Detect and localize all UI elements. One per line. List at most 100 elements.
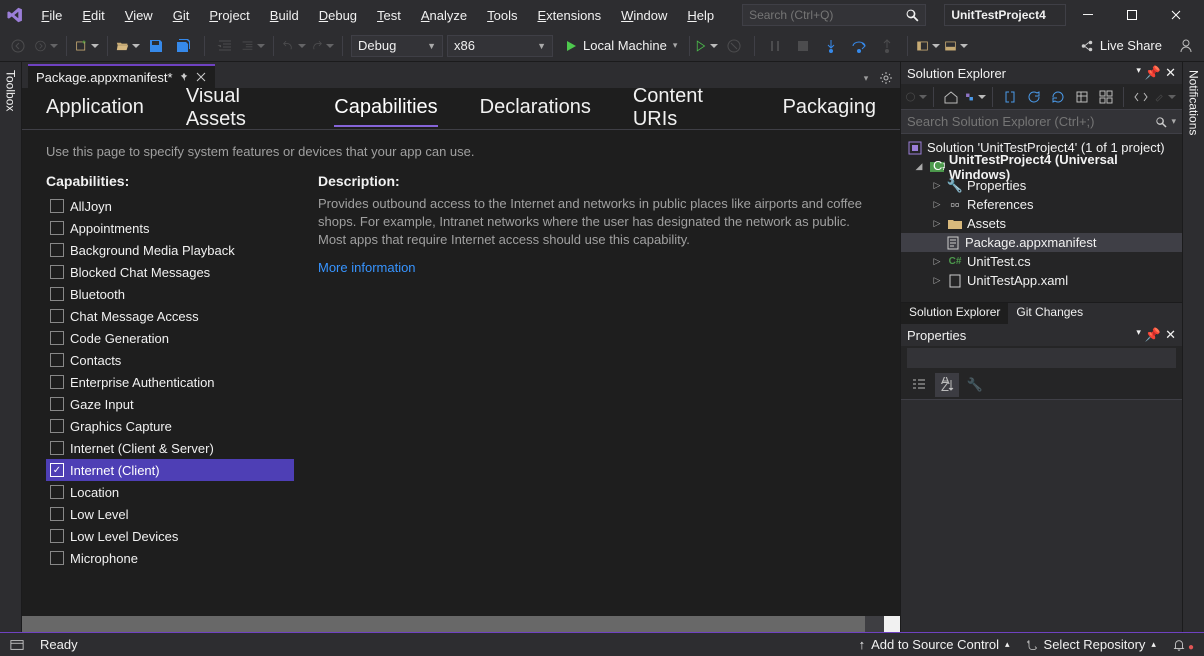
menu-view[interactable]: View	[115, 4, 163, 27]
menu-analyze[interactable]: Analyze	[411, 4, 477, 27]
tree-project-node[interactable]: ◢ C# UnitTestProject4 (Universal Windows…	[901, 157, 1182, 176]
capability-graphics-capture[interactable]: Graphics Capture	[46, 415, 294, 437]
start-debug-button[interactable]: Local Machine▾	[557, 35, 685, 57]
checkbox[interactable]	[50, 331, 64, 345]
checkbox[interactable]: ✓	[50, 463, 64, 477]
se-collapse-button[interactable]	[1047, 86, 1069, 108]
se-back-button[interactable]	[905, 86, 927, 108]
se-props-button[interactable]	[1154, 86, 1176, 108]
horizontal-scrollbar[interactable]	[22, 616, 900, 632]
step-over-button[interactable]	[847, 34, 871, 58]
manifest-tab-capabilities[interactable]: Capabilities	[334, 90, 437, 127]
se-search-input[interactable]	[907, 114, 1155, 129]
pin-icon[interactable]: 📌	[1145, 65, 1161, 81]
se-switch-button[interactable]	[964, 86, 986, 108]
step-into-button[interactable]	[819, 34, 843, 58]
save-button[interactable]	[144, 34, 168, 58]
stop-debug-button[interactable]	[791, 34, 815, 58]
global-search-box[interactable]	[742, 4, 926, 26]
solution-name-box[interactable]: UnitTestProject4	[944, 4, 1066, 26]
se-showall-button[interactable]	[1071, 86, 1093, 108]
close-button[interactable]	[1154, 0, 1198, 30]
solution-tree[interactable]: Solution 'UnitTestProject4' (1 of 1 proj…	[901, 134, 1182, 294]
tree-references-node[interactable]: ▷▫▫ References	[901, 195, 1182, 214]
capability-low-level-devices[interactable]: Low Level Devices	[46, 525, 294, 547]
pause-button[interactable]	[763, 34, 787, 58]
panel-menu-icon[interactable]: ▾	[1136, 327, 1141, 343]
capability-gaze-input[interactable]: Gaze Input	[46, 393, 294, 415]
layout-button1[interactable]	[916, 34, 940, 58]
menu-file[interactable]: File	[31, 4, 72, 27]
save-all-button[interactable]	[172, 34, 196, 58]
se-home-button[interactable]	[940, 86, 962, 108]
checkbox[interactable]	[50, 397, 64, 411]
capability-alljoyn[interactable]: AllJoyn	[46, 195, 294, 217]
platform-combo[interactable]: x86▼	[447, 35, 553, 57]
more-information-link[interactable]: More information	[318, 260, 416, 275]
new-item-button[interactable]	[75, 34, 99, 58]
properties-grid[interactable]	[901, 400, 1182, 632]
capability-contacts[interactable]: Contacts	[46, 349, 294, 371]
capability-microphone[interactable]: Microphone	[46, 547, 294, 569]
menu-help[interactable]: Help	[677, 4, 724, 27]
doc-dropdown-button[interactable]: ▾	[858, 66, 874, 90]
capability-background-media-playback[interactable]: Background Media Playback	[46, 239, 294, 261]
live-share-button[interactable]: Live Share	[1072, 38, 1170, 53]
menu-build[interactable]: Build	[260, 4, 309, 27]
notifications-bell[interactable]: ●	[1172, 636, 1194, 653]
capabilities-list[interactable]: AllJoynAppointmentsBackground Media Play…	[46, 195, 294, 616]
nav-forward-button[interactable]	[34, 34, 58, 58]
menu-test[interactable]: Test	[367, 4, 411, 27]
maximize-button[interactable]	[1110, 0, 1154, 30]
capability-enterprise-authentication[interactable]: Enterprise Authentication	[46, 371, 294, 393]
tab-solution-explorer[interactable]: Solution Explorer	[901, 303, 1008, 324]
checkbox[interactable]	[50, 485, 64, 499]
toolbox-tab[interactable]: Toolbox	[0, 62, 22, 632]
tab-git-changes[interactable]: Git Changes	[1008, 303, 1091, 324]
menu-tools[interactable]: Tools	[477, 4, 527, 27]
capability-location[interactable]: Location	[46, 481, 294, 503]
source-control-button[interactable]: ↑Add to Source Control▴	[859, 637, 1010, 652]
manifest-tab-packaging[interactable]: Packaging	[783, 90, 876, 127]
capability-bluetooth[interactable]: Bluetooth	[46, 283, 294, 305]
tree-appxaml-node[interactable]: ▷ UnitTestApp.xaml	[901, 271, 1182, 290]
undo-button[interactable]	[282, 34, 306, 58]
wrench-button[interactable]: 🔧	[963, 373, 987, 397]
tree-unittest-node[interactable]: ▷C# UnitTest.cs	[901, 252, 1182, 271]
stop-button[interactable]	[722, 34, 746, 58]
menu-debug[interactable]: Debug	[309, 4, 367, 27]
se-refresh-button[interactable]	[1023, 86, 1045, 108]
checkbox[interactable]	[50, 375, 64, 389]
doc-settings-button[interactable]	[878, 66, 894, 90]
capability-internet-client-[interactable]: ✓Internet (Client)	[46, 459, 294, 481]
capability-low-level[interactable]: Low Level	[46, 503, 294, 525]
checkbox[interactable]	[50, 287, 64, 301]
checkbox[interactable]	[50, 507, 64, 521]
nav-back-button[interactable]	[6, 34, 30, 58]
capability-code-generation[interactable]: Code Generation	[46, 327, 294, 349]
se-code-button[interactable]	[1130, 86, 1152, 108]
select-repository-button[interactable]: Select Repository▴	[1026, 637, 1156, 652]
manifest-tab-declarations[interactable]: Declarations	[480, 90, 591, 127]
panel-close-icon[interactable]: ✕	[1165, 327, 1176, 343]
open-button[interactable]	[116, 34, 140, 58]
checkbox[interactable]	[50, 419, 64, 433]
manifest-tab-application[interactable]: Application	[46, 90, 144, 127]
categorized-button[interactable]	[907, 373, 931, 397]
capability-chat-message-access[interactable]: Chat Message Access	[46, 305, 294, 327]
tree-manifest-node[interactable]: Package.appxmanifest	[901, 233, 1182, 252]
tree-assets-node[interactable]: ▷ Assets	[901, 214, 1182, 233]
pin-icon[interactable]	[179, 72, 189, 82]
menu-extensions[interactable]: Extensions	[527, 4, 611, 27]
panel-close-icon[interactable]: ✕	[1165, 65, 1176, 81]
checkbox[interactable]	[50, 441, 64, 455]
panel-menu-icon[interactable]: ▾	[1136, 65, 1141, 81]
step-out-button[interactable]	[875, 34, 899, 58]
user-button[interactable]	[1174, 34, 1198, 58]
checkbox[interactable]	[50, 353, 64, 367]
config-combo[interactable]: Debug▼	[351, 35, 443, 57]
checkbox[interactable]	[50, 529, 64, 543]
checkbox[interactable]	[50, 309, 64, 323]
start-nodebug-button[interactable]	[694, 34, 718, 58]
checkbox[interactable]	[50, 243, 64, 257]
